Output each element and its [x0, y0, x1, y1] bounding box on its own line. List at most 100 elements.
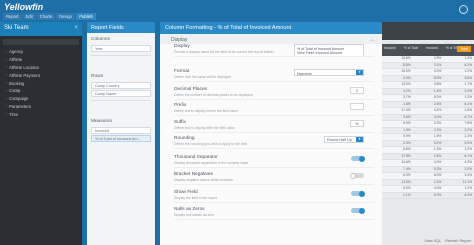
- table-cell: 3.6%: [403, 114, 411, 119]
- setting-row: Display Provide a display name for the fi…: [174, 44, 374, 57]
- table-cell: 8.3%: [464, 192, 473, 197]
- table-cell: 6.1%: [464, 101, 473, 106]
- chevron-right-icon[interactable]: ›: [6, 112, 7, 116]
- row-chip-camp-name[interactable]: Camp Name: [91, 90, 151, 97]
- table-cell: 8.5%: [403, 62, 411, 67]
- table-cell: 1.3%: [433, 147, 442, 151]
- sidebar-item-label: Agency: [9, 49, 24, 55]
- table-cell: 2.3%: [403, 140, 411, 145]
- chevron-right-icon[interactable]: ›: [6, 104, 7, 108]
- setting-input[interactable]: 2: [350, 87, 364, 94]
- columns-dropzone[interactable]: [91, 55, 151, 67]
- sidebar-search-input[interactable]: [3, 39, 79, 45]
- top-header: Yellowfin Report Edit Charts Design Publ…: [0, 0, 474, 22]
- table-cell: 3.4%: [464, 173, 473, 177]
- format-select[interactable]: Numeric ▾: [294, 69, 364, 76]
- table-cell: 13.0%: [401, 179, 411, 184]
- table-row: 2.1% 6.0% 8.3%: [382, 192, 474, 199]
- rows-section-title: Rows: [91, 74, 103, 79]
- chevron-up-icon[interactable]: ︿: [370, 36, 375, 43]
- setting-input[interactable]: [350, 103, 364, 110]
- measure-chip-invoiced[interactable]: Invoiced: [91, 127, 151, 134]
- setting-row: Format Define how the value will be displ…: [174, 69, 374, 79]
- setting-row: Thousand Separator Display thousand separ…: [174, 155, 374, 165]
- sidebar-item[interactable]: › Booking: [0, 79, 82, 87]
- rows-dropzone[interactable]: [91, 100, 151, 112]
- setting-input[interactable]: %: [350, 120, 364, 127]
- display-section-header[interactable]: Display ︿: [160, 34, 382, 44]
- setting-toggle[interactable]: [351, 190, 365, 197]
- table-cell: 10.0%: [401, 69, 411, 73]
- table-cell: 2.2%: [464, 127, 473, 132]
- rounding-select[interactable]: Round Half Up ▾: [324, 136, 364, 143]
- table-cell: 3.2%: [403, 88, 411, 93]
- row-divider: [174, 167, 374, 168]
- table-cell: 4.0%: [433, 186, 442, 190]
- sidebar-item[interactable]: › Parameters: [0, 102, 82, 110]
- chevron-right-icon[interactable]: ›: [6, 65, 7, 69]
- table-cell: 3.0%: [433, 69, 442, 73]
- setting-row: Bracket Negatives Display negative values…: [174, 172, 374, 182]
- row-divider: [174, 56, 374, 57]
- row-divider: [174, 99, 374, 100]
- measures-section-title: Measures: [91, 119, 113, 124]
- table-cell: 6.0%: [433, 173, 442, 177]
- app-logo: Yellowfin: [4, 2, 44, 12]
- chevron-right-icon[interactable]: ›: [6, 58, 7, 62]
- column-formatting-dialog: Column Formatting - % of Total of Invoic…: [160, 22, 382, 245]
- toggle-knob: [359, 155, 365, 162]
- table-cell: 8.3%: [403, 173, 411, 177]
- sidebar-item[interactable]: › Time: [0, 110, 82, 118]
- report-fields-panel: Report Fields Columns Year Rows Camp Cou…: [87, 22, 155, 245]
- measure-chip-percent-total[interactable]: % of Total of Invoiced Am...: [91, 135, 151, 142]
- chevron-down-icon[interactable]: ▾: [356, 137, 363, 142]
- bottom-actions: View SQL Refresh Report: [424, 239, 471, 243]
- close-icon[interactable]: ×: [74, 25, 78, 31]
- chevron-right-icon[interactable]: ›: [6, 97, 7, 101]
- tab-charts[interactable]: Charts: [36, 13, 56, 20]
- table-cell: 17.0%: [401, 108, 411, 112]
- table-cell: 6.2%: [464, 62, 473, 67]
- view-sql-link[interactable]: View SQL: [424, 239, 441, 243]
- setting-toggle[interactable]: [351, 207, 365, 214]
- chevron-right-icon[interactable]: ›: [6, 50, 7, 54]
- row-divider: [174, 184, 374, 185]
- table-cell: 6.9%: [403, 75, 411, 80]
- tab-edit[interactable]: Edit: [22, 13, 36, 20]
- sidebar-item-label: Parameters: [9, 103, 31, 109]
- sidebar-item[interactable]: › Athlete: [0, 56, 82, 64]
- tab-publish[interactable]: Publish: [76, 13, 96, 20]
- table-cell: 1.3%: [464, 56, 473, 60]
- column-chip-year[interactable]: Year: [91, 45, 151, 52]
- setting-row: Suffix Define text to display after the f…: [174, 120, 374, 130]
- chevron-right-icon[interactable]: ›: [6, 73, 7, 77]
- row-divider: [174, 81, 374, 82]
- setting-toggle[interactable]: [351, 155, 365, 162]
- table-cell: 8.0%: [433, 75, 442, 80]
- setting-label: Prefix: [174, 103, 187, 108]
- table-cell: 1.4%: [433, 88, 442, 93]
- user-icon[interactable]: [459, 5, 468, 14]
- row-divider: [174, 132, 374, 133]
- table-cell: 2.0%: [464, 88, 473, 93]
- chevron-right-icon[interactable]: ›: [6, 89, 7, 93]
- chevron-right-icon[interactable]: ›: [6, 81, 7, 85]
- refresh-report-link[interactable]: Refresh Report: [445, 239, 471, 243]
- sidebar-item[interactable]: › Campaign: [0, 95, 82, 103]
- sidebar-item[interactable]: › Agency: [0, 48, 82, 56]
- chevron-down-icon[interactable]: ▾: [356, 70, 363, 75]
- table-cell: 7.4%: [403, 166, 411, 171]
- sidebar-item[interactable]: › Camp: [0, 87, 82, 95]
- tab-report[interactable]: Report: [3, 13, 22, 20]
- row-chip-camp-country[interactable]: Camp Country: [91, 82, 151, 89]
- sidebar-item[interactable]: › Athlete Location: [0, 64, 82, 72]
- setting-row: Prefix Define text to display before the …: [174, 103, 374, 113]
- table-cell: 1.2%: [464, 69, 473, 73]
- sidebar-item-label: Time: [9, 111, 19, 117]
- subhead: % of Total: [404, 46, 418, 50]
- setting-description: Display the field in the report: [174, 196, 217, 200]
- setting-toggle[interactable]: [350, 172, 364, 179]
- tab-design[interactable]: Design: [56, 13, 76, 20]
- sidebar-item[interactable]: › Athlete Payment: [0, 71, 82, 79]
- table-cell: 5.0%: [403, 186, 411, 190]
